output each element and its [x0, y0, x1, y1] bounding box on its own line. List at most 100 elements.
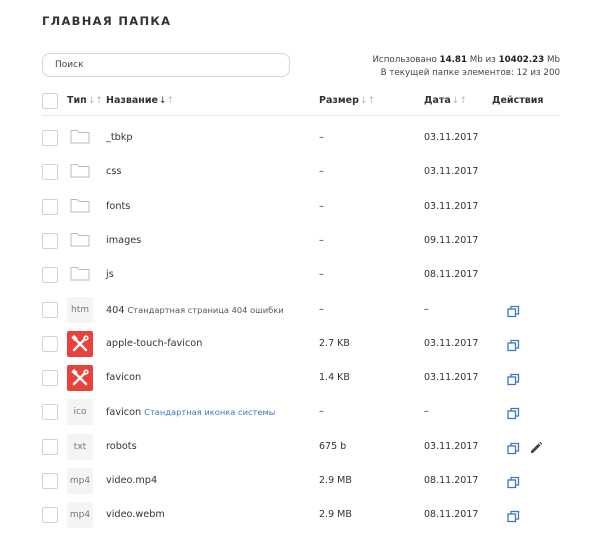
copy-link-icon[interactable] [507, 508, 521, 523]
table-row[interactable]: fonts – 03.11.2017 [0, 190, 600, 224]
file-name[interactable]: js [106, 269, 114, 280]
row-checkbox[interactable] [42, 232, 58, 249]
file-type-badge: txt [67, 433, 93, 460]
file-date: 03.11.2017 [424, 440, 479, 452]
row-checkbox[interactable] [42, 301, 58, 318]
file-name[interactable]: css [106, 166, 121, 177]
column-actions: Действия [492, 95, 544, 106]
file-name-cell[interactable]: images [106, 224, 141, 258]
row-checkbox[interactable] [42, 335, 58, 352]
row-checkbox[interactable] [42, 267, 58, 284]
file-name[interactable]: video.mp4 [106, 475, 157, 486]
column-size[interactable]: Размер↓↑ [319, 92, 375, 110]
file-name[interactable]: apple-touch-favicon [106, 338, 202, 349]
total-unit: Mb [546, 55, 560, 65]
column-size-label: Размер [319, 95, 359, 106]
file-description: Стандартная страница 404 ошибки [127, 304, 284, 315]
file-date: – [424, 406, 429, 418]
sort-icon[interactable]: ↓↑ [360, 96, 375, 106]
file-name[interactable]: _tbkp [106, 132, 133, 143]
row-checkbox[interactable] [42, 198, 58, 215]
file-name-cell[interactable]: js [106, 258, 114, 292]
copy-link-icon[interactable] [507, 371, 521, 386]
file-description[interactable]: Стандартная иконка системы [144, 407, 275, 417]
table-row[interactable]: js – 08.11.2017 [0, 258, 600, 292]
column-type[interactable]: Тип↓↑ [67, 92, 103, 110]
table-row[interactable]: htm 404 Стандартная страница 404 ошибки – – [0, 293, 600, 327]
file-name[interactable]: favicon [106, 407, 141, 418]
file-name-cell[interactable]: apple-touch-favicon [106, 327, 202, 361]
file-name-cell[interactable]: video.mp4 [106, 464, 157, 498]
row-checkbox[interactable] [42, 404, 58, 421]
file-size: – [319, 303, 324, 315]
sort-desc-icon[interactable]: ↓ [159, 96, 167, 106]
file-type-badge: ico [67, 399, 93, 426]
table-row[interactable]: _tbkp – 03.11.2017 [0, 121, 600, 155]
type-cell [67, 125, 93, 151]
table-row[interactable]: apple-touch-favicon 2.7 KB 03.11.2017 [0, 327, 600, 361]
used-unit: Mb из [469, 55, 496, 65]
type-cell: mp4 [67, 502, 93, 529]
file-name-cell[interactable]: favicon Стандартная иконка системы [106, 395, 275, 430]
type-cell [67, 365, 93, 392]
file-type-badge: mp4 [67, 468, 93, 494]
search-input[interactable] [42, 53, 290, 77]
row-checkbox[interactable] [42, 473, 58, 489]
image-thumbnail-icon [67, 365, 93, 392]
row-checkbox[interactable] [42, 370, 58, 387]
file-name-cell[interactable]: 404 Стандартная страница 404 ошибки [106, 293, 284, 328]
file-date: 03.11.2017 [424, 200, 479, 212]
file-size: – [319, 166, 324, 178]
file-name-cell[interactable]: favicon [106, 361, 141, 395]
sort-icon[interactable]: ↓↑ [88, 96, 103, 106]
type-cell [67, 330, 93, 357]
table-row[interactable]: images – 09.11.2017 [0, 224, 600, 258]
copy-link-icon[interactable] [507, 440, 521, 454]
table-row[interactable]: css – 03.11.2017 [0, 155, 600, 189]
copy-link-icon[interactable] [507, 405, 521, 420]
file-date: 03.11.2017 [424, 372, 479, 384]
file-date: 03.11.2017 [424, 132, 479, 143]
table-row[interactable]: favicon 1.4 KB 03.11.2017 [0, 361, 600, 395]
type-cell [67, 159, 93, 185]
file-size: 2.7 KB [319, 337, 350, 349]
file-name[interactable]: robots [106, 441, 137, 452]
file-name[interactable]: images [106, 235, 141, 246]
file-name-cell[interactable]: css [106, 155, 121, 189]
type-cell: mp4 [67, 468, 93, 494]
row-checkbox[interactable] [42, 438, 58, 455]
file-date: 08.11.2017 [424, 475, 479, 486]
file-date: 08.11.2017 [424, 269, 479, 281]
file-size: 2.9 MB [319, 475, 352, 486]
file-name-cell[interactable]: video.webm [106, 498, 165, 532]
file-name[interactable]: 404 [106, 305, 125, 316]
file-name-cell[interactable]: fonts [106, 190, 130, 224]
file-name-cell[interactable]: robots [106, 430, 137, 464]
column-date[interactable]: Дата↓↑ [424, 92, 467, 110]
copy-link-icon[interactable] [507, 303, 521, 317]
file-name[interactable]: favicon [106, 372, 141, 383]
file-date: 09.11.2017 [424, 234, 479, 246]
file-size: – [319, 132, 324, 143]
copy-link-icon[interactable] [507, 474, 521, 489]
file-name-cell[interactable]: _tbkp [106, 121, 133, 155]
select-all-checkbox[interactable] [42, 93, 58, 109]
table-row[interactable]: txt robots 675 b 03.11.2017 [0, 430, 600, 464]
table-row[interactable]: mp4 video.webm 2.9 MB 08.11.2017 [0, 498, 600, 532]
table-row[interactable]: ico favicon Стандартная иконка системы – – [0, 395, 600, 429]
table-row[interactable]: mp4 video.mp4 2.9 MB 08.11.2017 [0, 464, 600, 498]
table-header: Тип↓↑ Название↓↑ Размер↓↑ Дата↓↑ Действи… [0, 92, 600, 112]
column-name[interactable]: Название↓↑ [106, 92, 174, 110]
usage-label: Использовано [372, 55, 437, 65]
row-checkbox[interactable] [42, 507, 58, 524]
sort-icon[interactable]: ↓↑ [452, 96, 467, 106]
row-checkbox[interactable] [42, 130, 58, 146]
copy-link-icon[interactable] [507, 337, 521, 351]
row-checkbox[interactable] [42, 164, 58, 181]
file-date: 03.11.2017 [424, 337, 479, 349]
file-name[interactable]: video.webm [106, 509, 165, 520]
sort-asc-icon[interactable]: ↑ [167, 96, 175, 106]
file-name[interactable]: fonts [106, 201, 130, 212]
items-count: В текущей папке элементов: 12 из 200 [380, 68, 560, 78]
edit-pencil-icon[interactable] [529, 440, 543, 454]
